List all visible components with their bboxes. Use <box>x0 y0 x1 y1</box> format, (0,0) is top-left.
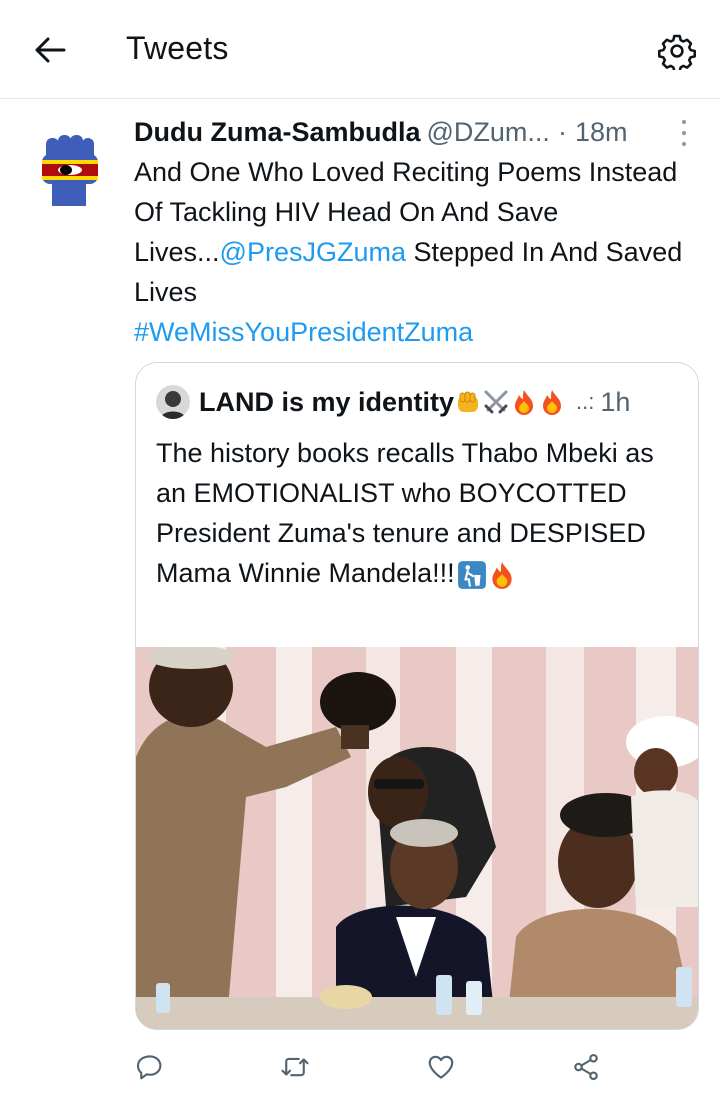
gear-icon <box>658 34 696 70</box>
back-button[interactable] <box>26 26 74 74</box>
page-title: Tweets <box>126 30 229 66</box>
share-button[interactable] <box>569 1050 603 1084</box>
retweet-button[interactable] <box>278 1050 312 1084</box>
retweet-icon <box>281 1057 309 1077</box>
quoted-tweet-time: 1h <box>600 386 631 417</box>
tweet-time[interactable]: 18m <box>575 117 628 148</box>
hashtag-link[interactable]: #WeMissYouPresidentZuma <box>134 317 473 347</box>
share-icon <box>574 1053 598 1081</box>
quoted-meta-ellipsis: ..: <box>576 389 595 414</box>
quoted-tweet-photo[interactable] <box>136 647 698 1029</box>
settings-button[interactable] <box>654 28 700 74</box>
more-dot-icon <box>682 131 686 135</box>
ceremony-photo <box>136 647 698 1029</box>
quoted-tweet-header: LAND is my identity ..: 1h <box>156 385 630 419</box>
author-handle[interactable]: @DZum... <box>427 117 550 148</box>
reply-icon <box>136 1055 162 1080</box>
quoted-tweet-text: The history books recalls Thabo Mbeki as… <box>156 433 686 593</box>
meta-separator: · <box>557 116 567 147</box>
more-options-button[interactable] <box>674 120 694 146</box>
heart-icon <box>428 1055 454 1079</box>
crossed-swords-emoji <box>484 390 508 414</box>
person-avatar-icon <box>156 385 190 419</box>
fire-emoji <box>515 390 534 415</box>
tweet-actions <box>0 1040 720 1094</box>
fist-emoji <box>458 391 479 412</box>
fire-emoji <box>543 390 562 415</box>
fire-emoji <box>491 562 512 589</box>
quoted-tweet-card[interactable]: LAND is my identity ..: 1h The history b… <box>135 362 699 1030</box>
raised-fist-flag-avatar <box>28 126 112 210</box>
reply-button[interactable] <box>133 1050 167 1084</box>
tweet-header: Dudu Zuma-Sambudla @DZum... · 18m <box>134 114 704 150</box>
arrow-left-icon <box>35 37 66 63</box>
top-bar: Tweets <box>0 0 720 99</box>
author-name[interactable]: Dudu Zuma-Sambudla <box>134 117 421 148</box>
tweet-text: And One Who Loved Reciting Poems Instead… <box>134 152 694 352</box>
more-dot-icon <box>682 120 686 124</box>
litter-bin-emoji <box>457 560 486 589</box>
like-button[interactable] <box>424 1050 458 1084</box>
quoted-author-avatar <box>156 385 190 419</box>
mention-link[interactable]: @PresJGZuma <box>220 237 406 267</box>
author-avatar[interactable] <box>28 126 112 210</box>
more-dot-icon <box>682 142 686 146</box>
quoted-author-name: LAND is my identity <box>199 386 455 417</box>
quoted-text: The history books recalls Thabo Mbeki as… <box>156 438 654 588</box>
